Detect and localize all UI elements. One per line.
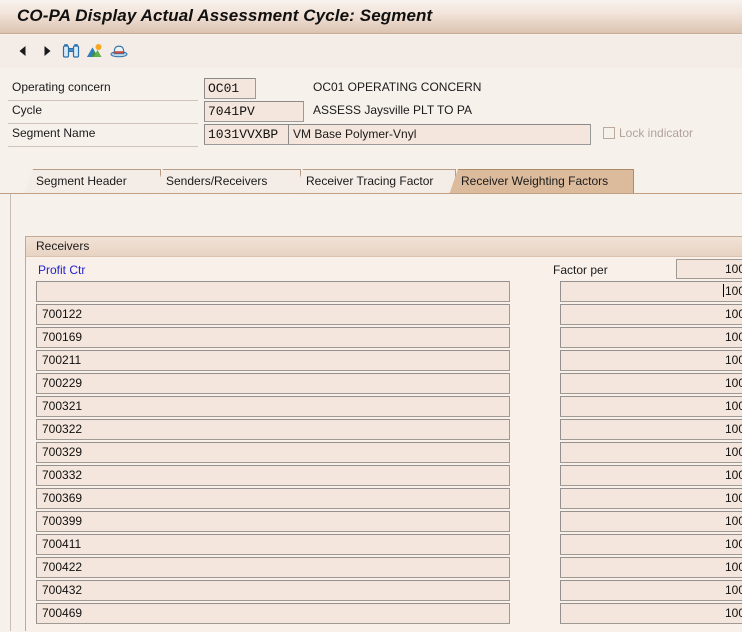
operating-concern-label: Operating concern — [12, 80, 111, 94]
receivers-table: 100 700122 100 700169 100 700211 100 700229 100 7… — [26, 281, 742, 632]
profit-ctr-cell[interactable]: 700211 — [36, 350, 510, 371]
factor-cell[interactable]: 100 — [560, 373, 742, 394]
tab-senders-receivers[interactable]: Senders/Receivers — [154, 169, 301, 195]
segment-description-input[interactable]: VM Base Polymer-Vnyl — [288, 124, 591, 145]
table-row: 700122 100 — [26, 304, 742, 327]
table-row: 700399 100 — [26, 511, 742, 534]
find-binoculars-icon[interactable] — [60, 40, 82, 62]
factor-cell[interactable]: 100 — [560, 603, 742, 624]
profit-ctr-column-header[interactable]: Profit Ctr — [38, 263, 85, 277]
operating-concern-description: OC01 OPERATING CONCERN — [313, 80, 482, 94]
profit-ctr-cell[interactable]: 700422 — [36, 557, 510, 578]
receivers-group-title: Receivers — [26, 237, 742, 257]
print-preview-hat-icon[interactable] — [108, 40, 130, 62]
factor-cell[interactable]: 100 — [560, 327, 742, 348]
cycle-input[interactable]: 7041PV — [204, 101, 304, 122]
table-row: 700211 100 — [26, 350, 742, 373]
back-arrow-icon[interactable] — [12, 40, 34, 62]
receivers-group-box: Receivers Profit Ctr Factor per 100 100 7… — [25, 236, 742, 631]
table-row: 700469 100 — [26, 603, 742, 626]
header-form: Operating concern OC01 OC01 OPERATING CO… — [0, 68, 742, 164]
tab-label: Senders/Receivers — [166, 174, 268, 188]
table-row: 700332 100 — [26, 465, 742, 488]
table-row: 700432 100 — [26, 580, 742, 603]
factor-cell[interactable]: 100 — [560, 304, 742, 325]
tab-strip: Segment Header Senders/Receivers Receive… — [0, 164, 742, 195]
form-row-segment-name: Segment Name 1031VVXBP VM Base Polymer-V… — [0, 124, 742, 147]
content-inner: Receivers Profit Ctr Factor per 100 100 7… — [10, 194, 742, 631]
lock-indicator-checkbox — [603, 127, 615, 139]
tab-receiver-weighting-factors[interactable]: Receiver Weighting Factors — [449, 169, 634, 195]
profit-ctr-cell[interactable]: 700369 — [36, 488, 510, 509]
form-row-cycle: Cycle 7041PV ASSESS Jaysville PLT TO PA — [0, 101, 742, 124]
lock-indicator-group: Lock indicator — [603, 126, 693, 140]
profit-ctr-cell[interactable] — [36, 281, 510, 302]
operating-concern-input[interactable]: OC01 — [204, 78, 256, 99]
factor-cell[interactable]: 100 — [560, 580, 742, 601]
factor-cell[interactable]: 100 — [560, 419, 742, 440]
form-row-operating-concern: Operating concern OC01 OC01 OPERATING CO… — [0, 78, 742, 101]
profit-ctr-cell[interactable]: 700432 — [36, 580, 510, 601]
factor-cell[interactable]: 100 — [560, 350, 742, 371]
factor-cell[interactable]: 100 — [560, 396, 742, 417]
table-row: 700411 100 — [26, 534, 742, 557]
table-row: 700229 100 — [26, 373, 742, 396]
profit-ctr-cell[interactable]: 700399 — [36, 511, 510, 532]
factor-cell[interactable]: 100 — [560, 465, 742, 486]
factor-cell[interactable]: 100 — [560, 534, 742, 555]
profit-ctr-cell[interactable]: 700411 — [36, 534, 510, 555]
table-row: 700321 100 — [26, 396, 742, 419]
segment-name-label: Segment Name — [12, 126, 96, 140]
factor-cell[interactable]: 100 — [560, 557, 742, 578]
find-next-mountains-icon[interactable] — [84, 40, 106, 62]
lock-indicator-label: Lock indicator — [619, 126, 694, 140]
tab-content-panel: Receivers Profit Ctr Factor per 100 100 7… — [0, 194, 742, 631]
profit-ctr-cell[interactable]: 700122 — [36, 304, 510, 325]
table-row: 700329 100 — [26, 442, 742, 465]
forward-arrow-icon[interactable] — [36, 40, 58, 62]
tab-label: Receiver Tracing Factor — [306, 174, 434, 188]
factor-cell[interactable]: 100 — [560, 281, 742, 302]
profit-ctr-cell[interactable]: 700332 — [36, 465, 510, 486]
table-row: 700422 100 — [26, 557, 742, 580]
profit-ctr-cell[interactable]: 700229 — [36, 373, 510, 394]
profit-ctr-cell[interactable]: 700469 — [36, 603, 510, 624]
tab-label: Segment Header — [36, 174, 127, 188]
table-row: 100 — [26, 281, 742, 304]
profit-ctr-cell[interactable]: 700322 — [36, 419, 510, 440]
factor-cell[interactable]: 100 — [560, 488, 742, 509]
profit-ctr-cell[interactable]: 700169 — [36, 327, 510, 348]
table-row: 700169 100 — [26, 327, 742, 350]
cycle-label: Cycle — [12, 103, 43, 117]
factor-per-input[interactable]: 100 — [676, 259, 742, 279]
toolbar — [0, 35, 742, 68]
table-row: 700369 100 — [26, 488, 742, 511]
tab-segment-header[interactable]: Segment Header — [24, 169, 161, 195]
tab-label: Receiver Weighting Factors — [461, 174, 609, 188]
tab-receiver-tracing-factor[interactable]: Receiver Tracing Factor — [294, 169, 456, 195]
table-row: 700322 100 — [26, 419, 742, 442]
factor-cell[interactable]: 100 — [560, 511, 742, 532]
text-cursor — [722, 284, 724, 297]
factor-per-label: Factor per — [553, 263, 608, 277]
label-divider — [8, 146, 198, 147]
window-title-bar: CO-PA Display Actual Assessment Cycle: S… — [0, 0, 742, 34]
profit-ctr-cell[interactable]: 700321 — [36, 396, 510, 417]
page-title: CO-PA Display Actual Assessment Cycle: S… — [17, 6, 433, 25]
profit-ctr-cell[interactable]: 700329 — [36, 442, 510, 463]
factor-cell[interactable]: 100 — [560, 442, 742, 463]
cycle-description: ASSESS Jaysville PLT TO PA — [313, 103, 472, 117]
